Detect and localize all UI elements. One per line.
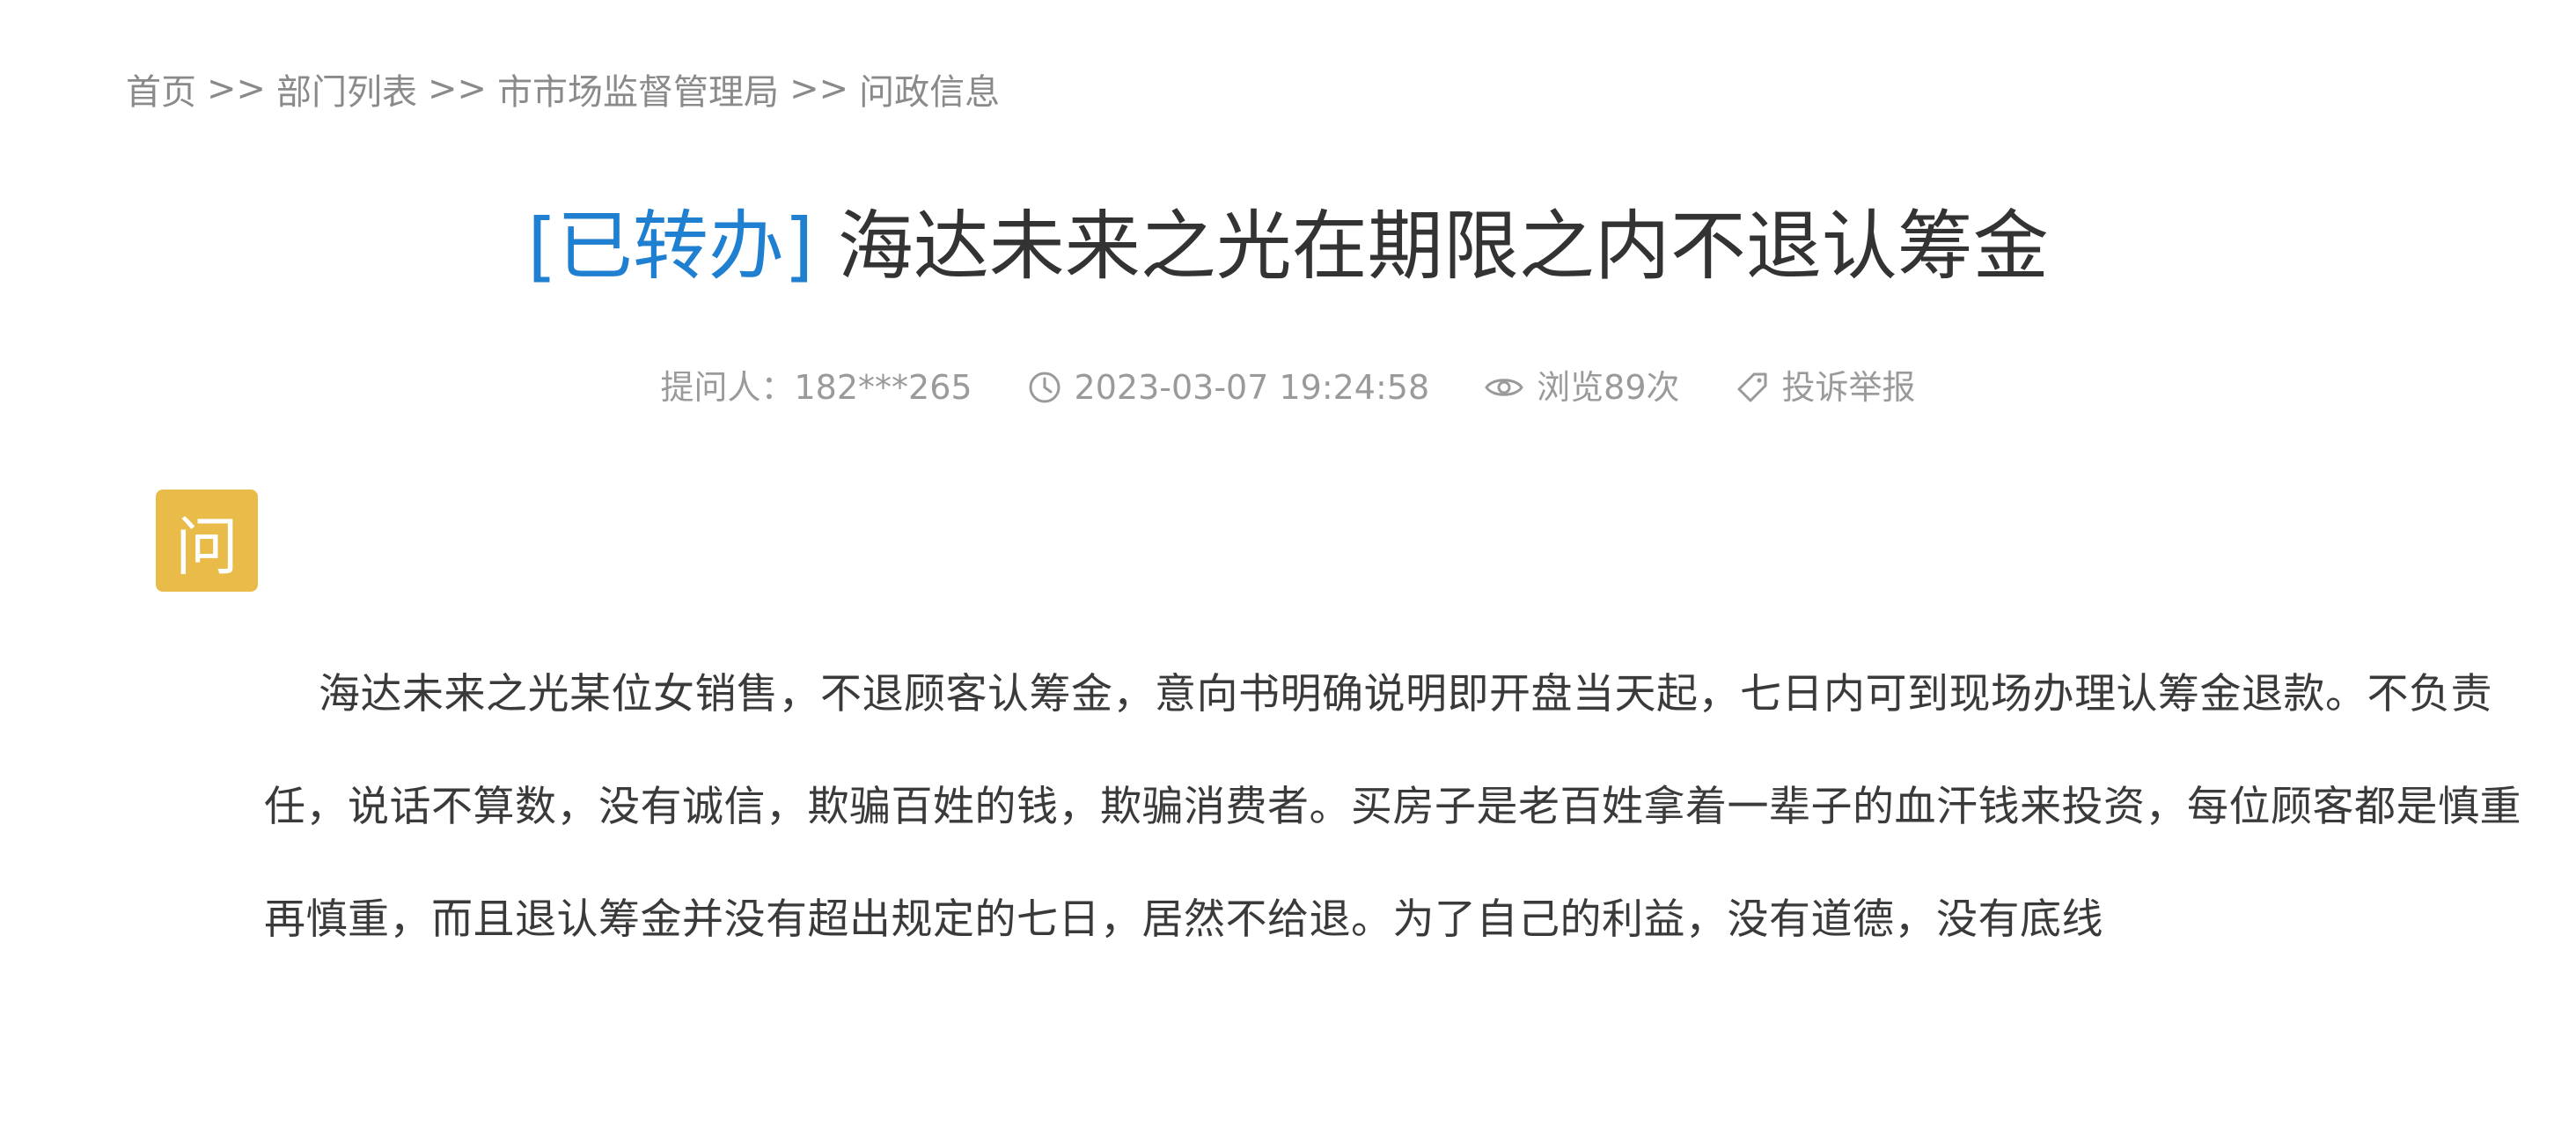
asker-info: 提问人：182***265: [660, 365, 972, 409]
eye-icon: [1485, 379, 1523, 396]
tag-icon: [1737, 372, 1766, 402]
post-datetime: 2023-03-07 19:24:58: [1074, 368, 1430, 407]
view-count: 浏览89次: [1537, 368, 1680, 407]
page-title: [已转办] 海达未来之光在期限之内不退认筹金: [0, 203, 2576, 291]
breadcrumb-separator: >>: [428, 69, 488, 109]
page: 首页 >> 部门列表 >> 市市场监督管理局 >> 问政信息 [已转办] 海达未…: [0, 0, 2576, 1127]
report-link[interactable]: 投诉举报: [1782, 365, 1916, 409]
status-badge: [已转办]: [527, 203, 814, 291]
breadcrumb-separator: >>: [789, 69, 849, 109]
breadcrumb-department-list[interactable]: 部门列表: [276, 63, 417, 114]
datetime-info: 2023-03-07 19:24:58: [1027, 365, 1430, 409]
breadcrumb-inquiry-info[interactable]: 问政信息: [859, 63, 1000, 114]
report-action[interactable]: 投诉举报: [1735, 365, 1916, 409]
breadcrumb-separator: >>: [207, 69, 267, 109]
asker-label: 提问人：182***265: [660, 368, 972, 407]
question-title: 海达未来之光在期限之内不退认筹金: [837, 203, 2049, 291]
breadcrumb-market-supervision-bureau[interactable]: 市市场监督管理局: [497, 63, 779, 114]
question-content: 海达未来之光某位女销售，不退顾客认筹金，意向书明确说明即开盘当天起，七日内可到现…: [264, 670, 2521, 944]
breadcrumb: 首页 >> 部门列表 >> 市市场监督管理局 >> 问政信息: [126, 63, 1000, 114]
question-meta: 提问人：182***265 2023-03-07 19:24:58 浏览89次 …: [0, 365, 2576, 409]
views-info: 浏览89次: [1484, 365, 1680, 409]
clock-icon: [1029, 372, 1060, 403]
breadcrumb-home[interactable]: 首页: [126, 63, 196, 114]
question-badge: 问: [156, 490, 258, 592]
